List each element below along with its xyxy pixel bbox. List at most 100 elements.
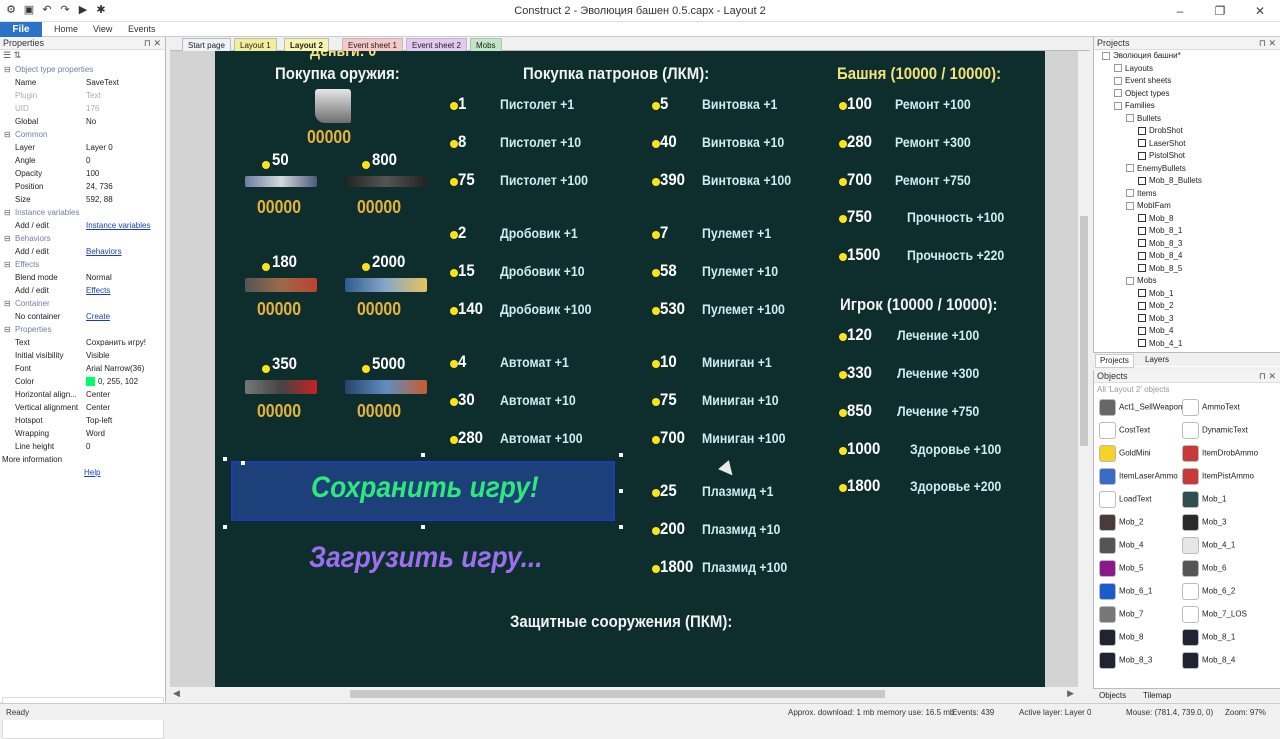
- item-cost[interactable]: 1800: [660, 557, 693, 577]
- property-value[interactable]: Text: [86, 89, 101, 102]
- property-value[interactable]: Layer 0: [86, 141, 113, 154]
- object-item[interactable]: DynamicText: [1182, 422, 1248, 440]
- item-label[interactable]: Прочность +220: [907, 247, 1004, 263]
- item-label[interactable]: Лечение +100: [897, 327, 979, 343]
- property-row[interactable]: Text Сохранить игру!: [0, 336, 165, 349]
- project-tree-item[interactable]: Items: [1094, 188, 1280, 201]
- property-value[interactable]: 100: [86, 167, 99, 180]
- item-cost[interactable]: 10: [660, 352, 677, 372]
- item-label[interactable]: Автомат +1: [500, 354, 569, 370]
- objects-filter[interactable]: All 'Layout 2' objects: [1094, 383, 1280, 397]
- item-label[interactable]: Миниган +100: [702, 430, 785, 446]
- item-label[interactable]: Пистолет +1: [500, 96, 574, 112]
- property-section[interactable]: ⊟ Instance variables: [0, 206, 165, 219]
- property-row[interactable]: Vertical alignment Center: [0, 401, 165, 414]
- project-tree-item[interactable]: Mob_4_1: [1094, 338, 1280, 351]
- property-row[interactable]: Name SaveText: [0, 76, 165, 89]
- project-tree-item[interactable]: Mob_2: [1094, 300, 1280, 313]
- object-item[interactable]: ItemDrobAmmo: [1182, 445, 1258, 463]
- item-cost[interactable]: 2: [458, 223, 466, 243]
- object-item[interactable]: Mob_4_1: [1182, 537, 1235, 555]
- object-item[interactable]: Mob_8_3: [1099, 652, 1152, 670]
- object-item[interactable]: Mob_6: [1182, 560, 1226, 578]
- item-label[interactable]: Автомат +10: [500, 392, 576, 408]
- object-item[interactable]: Mob_8: [1099, 629, 1143, 647]
- tab-objects[interactable]: Objects: [1095, 690, 1130, 702]
- item-label[interactable]: Плазмид +100: [702, 559, 787, 575]
- project-tree-item[interactable]: Mob_8_3: [1094, 238, 1280, 251]
- item-cost[interactable]: 390: [660, 170, 685, 190]
- project-tree-item[interactable]: Mob_3: [1094, 313, 1280, 326]
- item-label[interactable]: Дробовик +10: [500, 263, 585, 279]
- weapon-icon[interactable]: [245, 380, 317, 394]
- property-section[interactable]: ⊟ Behaviors: [0, 232, 165, 245]
- item-label[interactable]: Плазмид +10: [702, 521, 780, 537]
- property-section[interactable]: ⊟ Object type properties: [0, 63, 165, 76]
- item-cost[interactable]: 750: [847, 207, 872, 227]
- pin-icon[interactable]: ⊓ ✕: [144, 37, 161, 50]
- project-tree-item[interactable]: Event sheets: [1094, 75, 1280, 88]
- property-value[interactable]: 0: [86, 154, 90, 167]
- tab-tilemap[interactable]: Tilemap: [1139, 690, 1175, 702]
- tab-event-sheet-2[interactable]: Event sheet 2: [406, 38, 467, 51]
- object-item[interactable]: Mob_3: [1182, 514, 1226, 532]
- horizontal-scrollbar[interactable]: ◀ ▶: [170, 687, 1078, 701]
- pin-icon[interactable]: ⊓ ✕: [1259, 370, 1276, 383]
- weapon-counter[interactable]: 00000: [357, 299, 401, 320]
- item-cost[interactable]: 30: [458, 390, 475, 410]
- item-cost[interactable]: 330: [847, 363, 872, 383]
- item-label[interactable]: Пулемет +100: [702, 301, 785, 317]
- item-label[interactable]: Миниган +1: [702, 354, 772, 370]
- tab-layout-1[interactable]: Layout 1: [234, 38, 277, 51]
- object-item[interactable]: Mob_6_1: [1099, 583, 1152, 601]
- property-value[interactable]: Сохранить игру!: [86, 336, 146, 349]
- property-value[interactable]: 0: [86, 440, 90, 453]
- item-cost[interactable]: 40: [660, 132, 677, 152]
- layout-view[interactable]: Деньги: 0 Покупка оружия: Покупка патрон…: [170, 51, 1078, 687]
- property-row[interactable]: Add / edit Behaviors: [0, 245, 165, 258]
- item-cost[interactable]: 280: [847, 132, 872, 152]
- property-row[interactable]: No container Create: [0, 310, 165, 323]
- property-row[interactable]: Global No: [0, 115, 165, 128]
- property-row[interactable]: UID 176: [0, 102, 165, 115]
- property-value[interactable]: SaveText: [86, 76, 119, 89]
- object-item[interactable]: Mob_6_2: [1182, 583, 1235, 601]
- project-tree-item[interactable]: EnemyBullets: [1094, 163, 1280, 176]
- money-text[interactable]: Деньги: 0: [310, 51, 376, 61]
- pistol-icon[interactable]: [315, 89, 351, 123]
- weapons-title[interactable]: Покупка оружия:: [275, 64, 400, 84]
- property-row[interactable]: Blend mode Normal: [0, 271, 165, 284]
- property-row[interactable]: Opacity 100: [0, 167, 165, 180]
- properties-toolbar[interactable]: ☰ ⇅: [0, 50, 165, 63]
- project-tree-item[interactable]: PistolShot: [1094, 150, 1280, 163]
- property-row[interactable]: Horizontal align... Center: [0, 388, 165, 401]
- player-title[interactable]: Игрок (10000 / 10000):: [840, 295, 998, 315]
- object-item[interactable]: Mob_1: [1182, 491, 1226, 509]
- item-label[interactable]: Ремонт +750: [895, 172, 971, 188]
- weapon-price[interactable]: 350: [272, 354, 297, 374]
- property-value[interactable]: Center: [86, 401, 110, 414]
- item-label[interactable]: Пулемет +1: [702, 225, 771, 241]
- object-item[interactable]: LoadText: [1099, 491, 1151, 509]
- project-tree-item[interactable]: Mob_1: [1094, 288, 1280, 301]
- item-cost[interactable]: 700: [847, 170, 872, 190]
- property-row[interactable]: Add / edit Effects: [0, 284, 165, 297]
- item-label[interactable]: Ремонт +100: [895, 96, 971, 112]
- weapon-icon[interactable]: [245, 278, 317, 292]
- close-button[interactable]: ✕: [1240, 0, 1280, 22]
- item-label[interactable]: Миниган +10: [702, 392, 779, 408]
- weapon-counter[interactable]: 00000: [257, 401, 301, 422]
- property-row[interactable]: Angle 0: [0, 154, 165, 167]
- events-tab[interactable]: Events: [128, 24, 156, 34]
- project-tree-item[interactable]: LaserShot: [1094, 138, 1280, 151]
- collapse-icon[interactable]: ⊟: [4, 258, 11, 271]
- item-cost[interactable]: 100: [847, 94, 872, 114]
- weapon-price[interactable]: 5000: [372, 354, 405, 374]
- item-label[interactable]: Ремонт +300: [895, 134, 971, 150]
- weapon-counter[interactable]: 00000: [257, 299, 301, 320]
- object-item[interactable]: GoldMini: [1099, 445, 1151, 463]
- tab-layout-2[interactable]: Layout 2: [284, 38, 329, 51]
- property-value[interactable]: Top-left: [86, 414, 112, 427]
- property-row[interactable]: Layer Layer 0: [0, 141, 165, 154]
- vertical-scrollbar[interactable]: [1078, 51, 1090, 687]
